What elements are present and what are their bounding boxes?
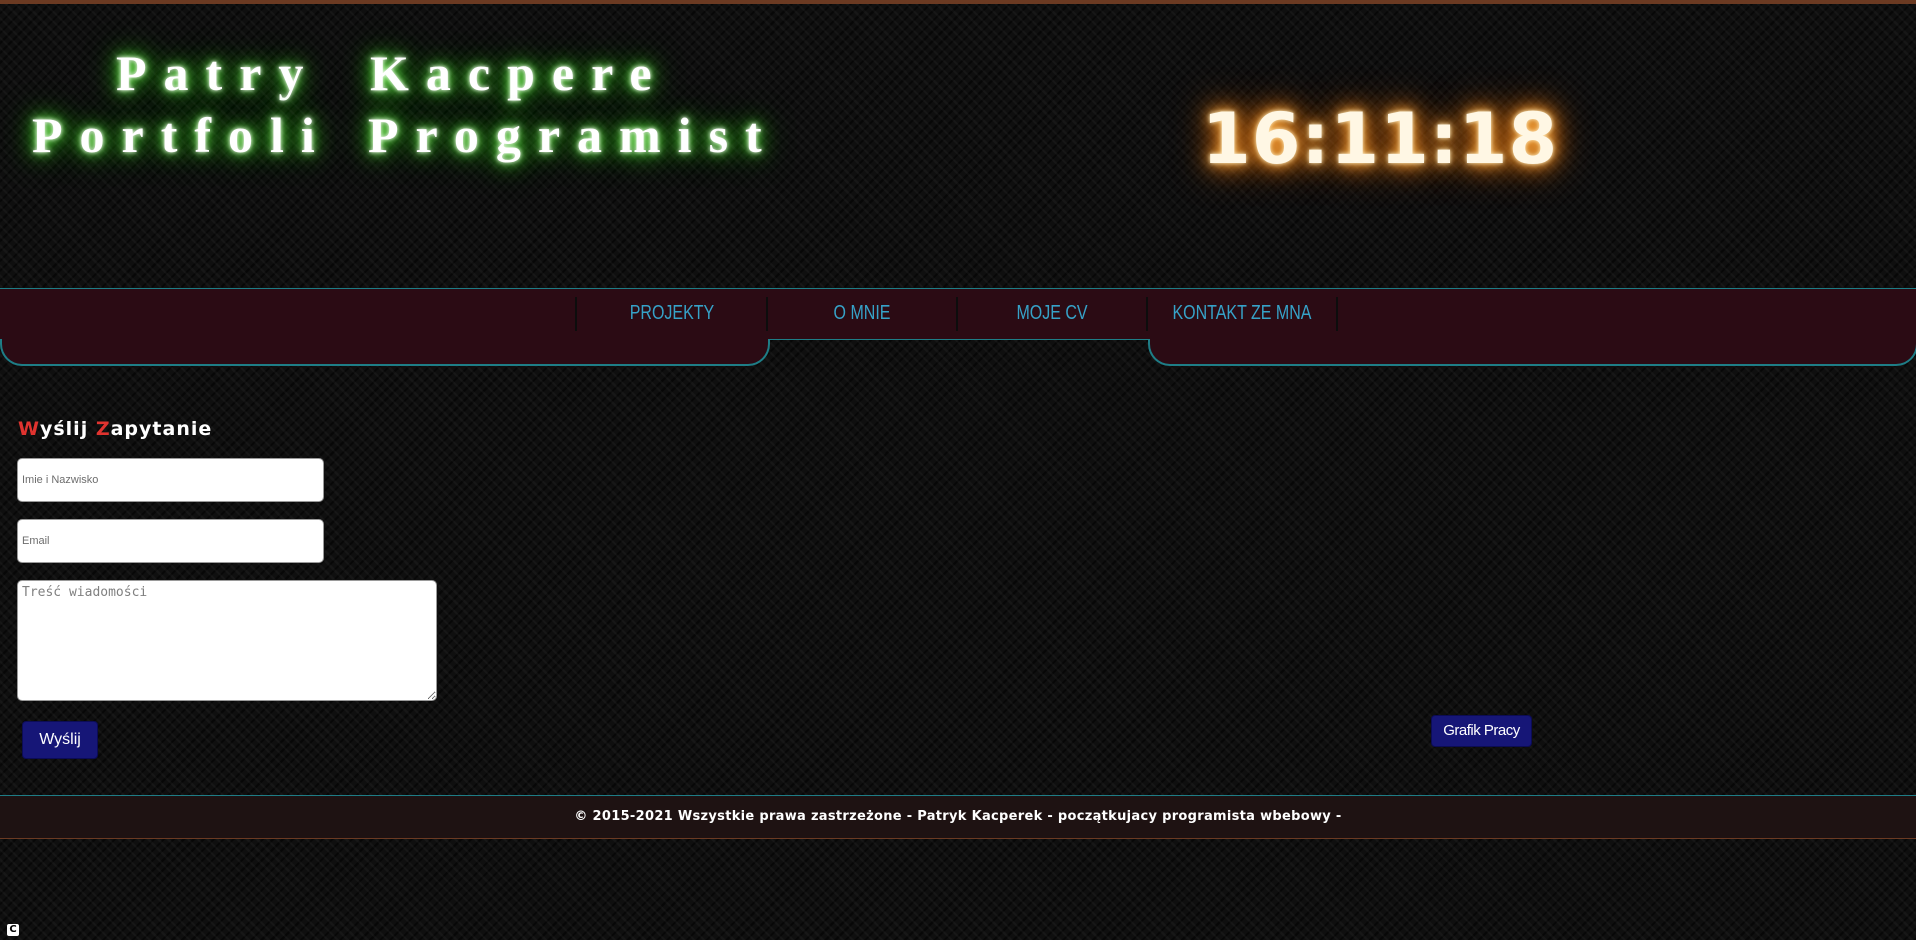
nav-separator: [1336, 297, 1338, 331]
form-title-word2: apytanie: [110, 418, 213, 440]
nav-tab-right: [1148, 339, 1916, 366]
form-title: Wyślij Zapytanie: [18, 418, 212, 440]
email-input[interactable]: [17, 519, 324, 563]
form-title-word1: yślij: [39, 418, 96, 440]
header-word-kacpere: Kacpere: [370, 45, 669, 101]
nav-item-kontakt[interactable]: KONTAKT ZE MNA: [1166, 289, 1318, 339]
nav-separator: [766, 297, 768, 331]
header-word-patry: Patry: [116, 45, 321, 101]
header-word-programist: Programist: [368, 107, 779, 163]
main-nav: PROJEKTY O MNIE MOJE CV KONTAKT ZE MNA: [0, 288, 1916, 340]
schedule-button[interactable]: Grafik Pracy: [1431, 715, 1532, 747]
form-title-letter-w: W: [18, 418, 40, 440]
form-title-letter-z: Z: [95, 418, 111, 440]
top-border: [0, 0, 1916, 4]
nav-item-moje-cv[interactable]: MOJE CV: [976, 289, 1128, 339]
header-word-portfoli: Portfoli: [32, 107, 332, 163]
message-textarea[interactable]: [17, 580, 437, 701]
nav-tab-left: [0, 339, 770, 366]
nav-separator: [575, 297, 577, 331]
digital-clock: 16:11:18: [1202, 98, 1559, 180]
nav-separator: [956, 297, 958, 331]
name-input[interactable]: [17, 458, 324, 502]
nav-separator: [1146, 297, 1148, 331]
nav-item-projekty[interactable]: PROJEKTY: [596, 289, 748, 339]
footer-copyright: © 2015-2021 Wszystkie prawa zastrzeżone …: [0, 795, 1916, 839]
nav-item-o-mnie[interactable]: O MNIE: [786, 289, 938, 339]
send-button[interactable]: Wyślij: [22, 721, 98, 759]
copyright-icon: C: [7, 924, 19, 936]
